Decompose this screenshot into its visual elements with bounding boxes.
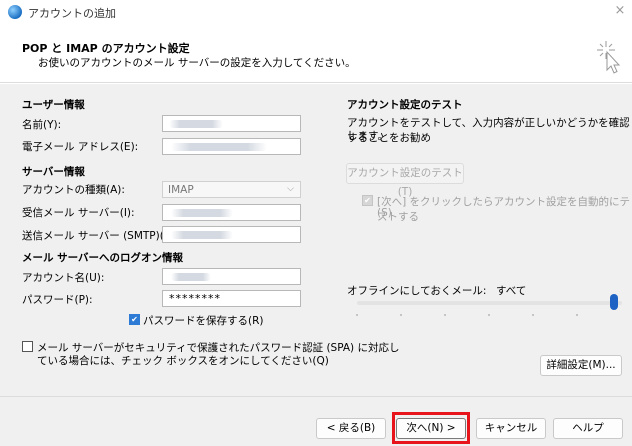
offline-mail-value: すべて bbox=[496, 285, 527, 297]
slider-tick bbox=[532, 314, 534, 316]
test-settings-heading: アカウント設定のテスト bbox=[347, 99, 463, 111]
name-label: 名前(Y): bbox=[22, 119, 62, 131]
next-button-highlight bbox=[392, 412, 470, 444]
incoming-server-label: 受信メール サーバー(I): bbox=[22, 207, 135, 219]
spa-checkbox[interactable] bbox=[22, 341, 33, 352]
window-title: アカウントの追加 bbox=[28, 7, 116, 20]
outlook-app-icon bbox=[8, 5, 22, 19]
account-name-input[interactable] bbox=[162, 268, 301, 285]
offline-slider-track[interactable] bbox=[357, 301, 622, 305]
password-input[interactable]: ******** bbox=[162, 290, 301, 307]
remember-password-label: パスワードを保存する(R) bbox=[143, 315, 264, 327]
slider-tick bbox=[488, 314, 490, 316]
auto-test-checkbox: ✔ bbox=[362, 195, 373, 206]
close-button[interactable]: × bbox=[612, 3, 628, 19]
name-input[interactable] bbox=[162, 115, 301, 132]
account-type-label: アカウントの種類(A): bbox=[22, 184, 125, 196]
logon-info-heading: メール サーバーへのログオン情報 bbox=[22, 252, 184, 264]
account-type-value: IMAP bbox=[168, 184, 194, 196]
offline-slider-thumb[interactable] bbox=[610, 294, 618, 310]
offline-mail-label: オフラインにしておくメール: bbox=[347, 285, 487, 297]
back-button[interactable]: < 戻る(B) bbox=[316, 418, 386, 439]
slider-tick bbox=[356, 314, 358, 316]
spa-label-line2: ている場合には、チェック ボックスをオンにしてください(Q) bbox=[37, 355, 329, 367]
account-name-label: アカウント名(U): bbox=[22, 272, 105, 284]
server-info-heading: サーバー情報 bbox=[22, 166, 85, 178]
outgoing-server-label: 送信メール サーバー (SMTP)(O): bbox=[22, 230, 180, 242]
password-label: パスワード(P): bbox=[22, 294, 93, 306]
header-title: POP と IMAP のアカウント設定 bbox=[22, 42, 190, 55]
chevron-down-icon: ⌵ bbox=[287, 184, 294, 194]
auto-test-label-line1: [次へ] をクリックしたらアカウント設定を自動的にテストする bbox=[377, 196, 631, 223]
slider-tick bbox=[576, 314, 578, 316]
slider-tick bbox=[444, 314, 446, 316]
test-description-line2: します。 bbox=[347, 130, 388, 142]
cancel-button[interactable]: キャンセル bbox=[476, 418, 546, 439]
slider-tick bbox=[400, 314, 402, 316]
test-account-settings-button: アカウント設定のテスト(T) bbox=[346, 163, 464, 198]
account-type-select: IMAP ⌵ bbox=[162, 181, 301, 198]
wizard-sparkle-icon bbox=[597, 41, 621, 74]
outgoing-server-input[interactable] bbox=[162, 226, 301, 243]
user-info-heading: ユーザー情報 bbox=[22, 99, 85, 111]
header-subtitle: お使いのアカウントのメール サーバーの設定を入力してください。 bbox=[38, 57, 356, 69]
more-settings-button[interactable]: 詳細設定(M)... bbox=[540, 355, 622, 376]
test-description-line1: アカウントをテストして、入力内容が正しいかどうかを確認することをお勧め bbox=[347, 117, 630, 144]
incoming-server-input[interactable] bbox=[162, 204, 301, 221]
auto-test-label-line2: (S) bbox=[377, 207, 392, 219]
email-label: 電子メール アドレス(E): bbox=[22, 141, 139, 153]
email-input[interactable] bbox=[162, 138, 301, 155]
remember-password-checkbox[interactable]: ✔ bbox=[129, 314, 140, 325]
help-button[interactable]: ヘルプ bbox=[553, 418, 623, 439]
